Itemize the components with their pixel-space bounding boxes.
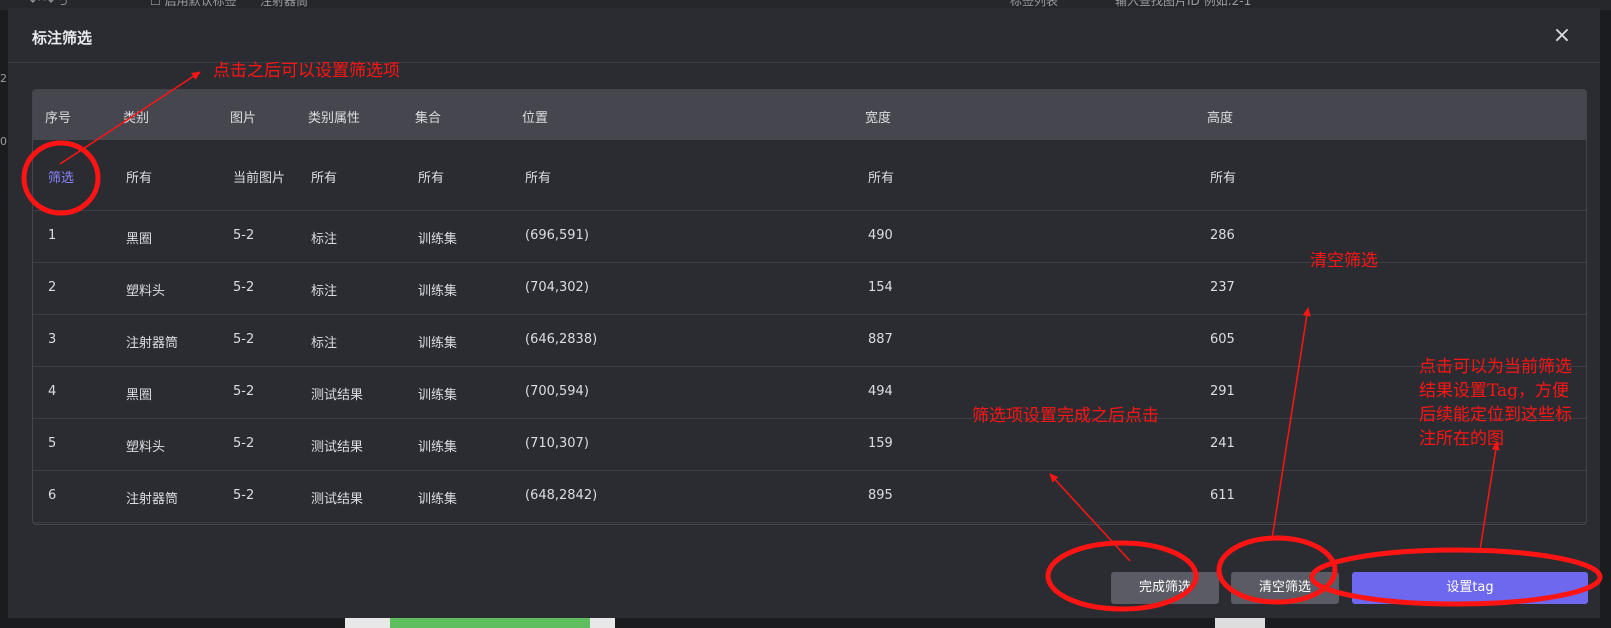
set-tag-highlight-circle — [1309, 547, 1603, 607]
tag-annotation-line: 结果设置Tag，方便 — [1419, 381, 1570, 401]
filter-annotation-text: 点击之后可以设置筛选项 — [213, 61, 400, 81]
filter-annotation-arrow — [59, 71, 201, 165]
finish-annotation-text: 筛选项设置完成之后点击 — [972, 406, 1159, 426]
tag-annotation-line: 注所在的图 — [1419, 429, 1504, 449]
clear-annotation-arrow — [1271, 307, 1311, 540]
tag-annotation-text: 点击可以为当前筛选 结果设置Tag，方便 后续能定位到这些标 注所在的图 — [1419, 355, 1599, 451]
tag-annotation-line: 后续能定位到这些标 — [1419, 405, 1572, 425]
filter-link-highlight-circle — [21, 140, 101, 216]
annotation-overlay — [21, 71, 1603, 612]
clear-annotation-text: 清空筛选 — [1310, 251, 1378, 271]
tag-annotation-arrow — [1479, 441, 1500, 551]
tag-annotation-line: 点击可以为当前筛选 — [1419, 357, 1572, 377]
